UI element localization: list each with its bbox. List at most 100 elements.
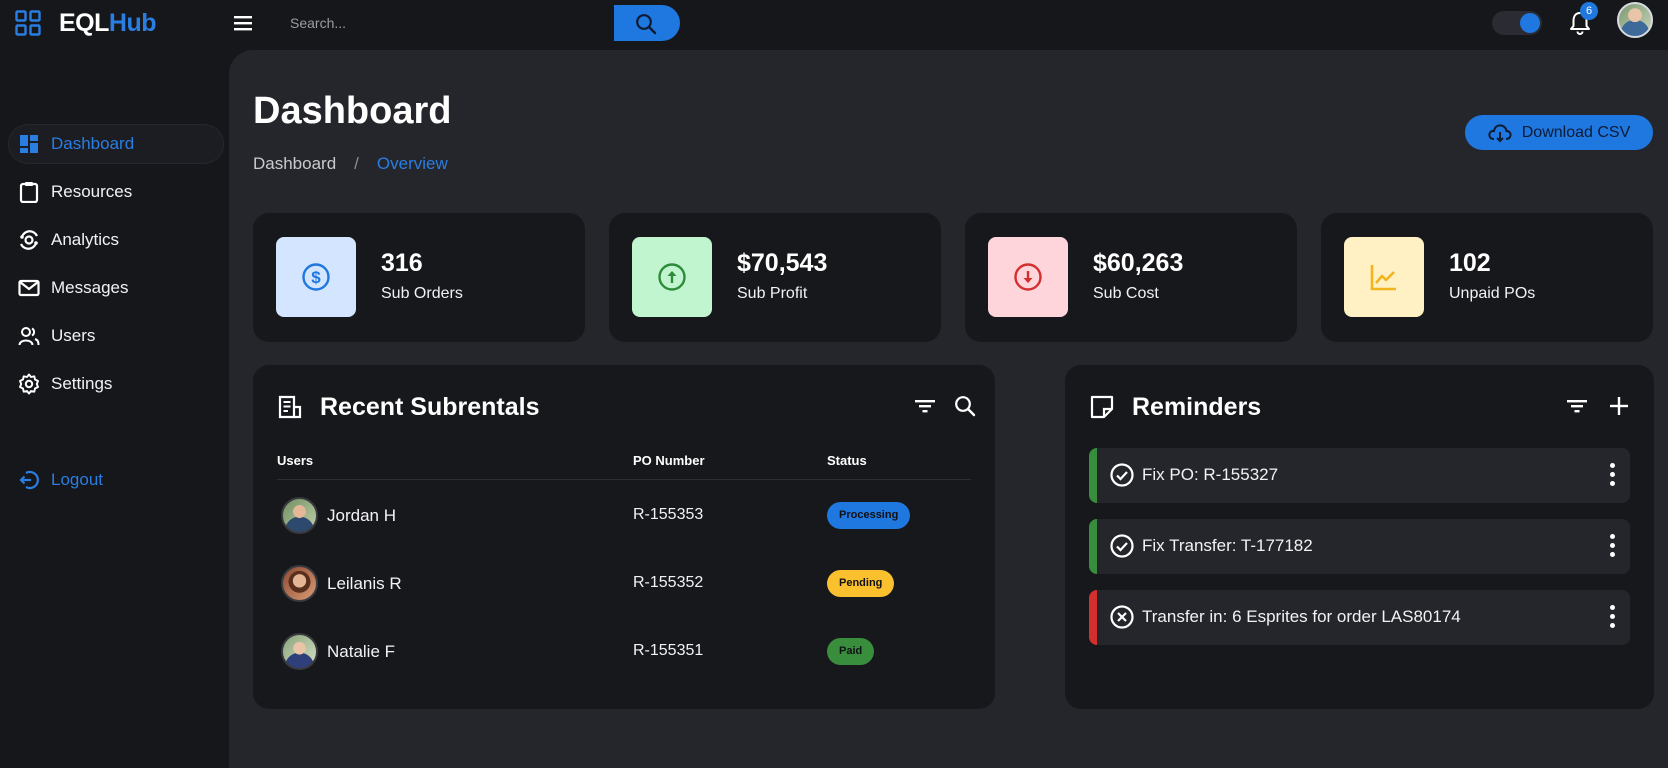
breadcrumb-dashboard[interactable]: Dashboard — [253, 154, 336, 174]
sidebar-item-label: Dashboard — [51, 134, 135, 153]
download-csv-button[interactable]: Download CSV — [1465, 115, 1653, 150]
more-options-icon[interactable] — [1610, 463, 1616, 487]
search-button[interactable] — [614, 5, 680, 41]
add-icon[interactable] — [1607, 394, 1631, 418]
grid-logo-icon — [15, 10, 41, 36]
clipboard-icon — [18, 181, 40, 203]
download-csv-label: Download CSV — [1521, 123, 1631, 141]
brand-prefix: EQL — [59, 9, 109, 37]
sidebar-item-dashboard[interactable]: Dashboard — [8, 124, 224, 164]
po-number: R-155352 — [633, 574, 704, 591]
logout-label: Logout — [51, 470, 103, 489]
breadcrumb-separator: / — [354, 154, 359, 173]
stat-label: Sub Profit — [737, 285, 808, 302]
users-icon — [18, 325, 40, 347]
brand-suffix: Hub — [108, 9, 157, 37]
reminder-status-bar — [1089, 590, 1097, 645]
analytics-icon — [18, 229, 40, 251]
recent-subrentals-panel: Recent Subrentals Users PO Number Status… — [253, 365, 995, 709]
panel-title: Recent Subrentals — [320, 393, 540, 421]
sidebar-item-label: Users — [51, 326, 96, 345]
column-header-users[interactable]: Users — [277, 453, 313, 468]
user-name: Jordan H — [327, 506, 396, 525]
user-avatar[interactable] — [1617, 2, 1653, 38]
reminder-text: Fix PO: R-155327 — [1142, 465, 1279, 484]
notification-badge: 6 — [1580, 2, 1598, 20]
stat-value: $60,263 — [1093, 249, 1184, 277]
table-row[interactable]: Leilanis R R-155352 Pending — [277, 555, 971, 611]
arrow-up-icon — [658, 263, 686, 291]
menu-icon[interactable] — [232, 14, 254, 32]
stat-value: 102 — [1449, 249, 1491, 277]
theme-toggle[interactable] — [1492, 11, 1542, 35]
more-options-icon[interactable] — [1610, 605, 1616, 629]
top-bar: EQLHub 6 — [0, 0, 1668, 50]
table-row[interactable]: Natalie F R-155351 Paid — [277, 623, 971, 679]
table-divider — [277, 479, 971, 480]
reminder-item[interactable]: Transfer in: 6 Esprites for order LAS801… — [1089, 590, 1630, 645]
receipt-icon — [278, 395, 302, 419]
mail-icon — [18, 277, 40, 299]
filter-icon[interactable] — [913, 394, 937, 418]
po-number: R-155353 — [633, 506, 704, 523]
sidebar-item-label: Messages — [51, 278, 129, 297]
status-badge: Processing — [827, 502, 911, 529]
check-circle-icon[interactable] — [1109, 533, 1135, 559]
sidebar-item-settings[interactable]: Settings — [8, 364, 224, 404]
stat-tile — [1344, 237, 1424, 317]
sticky-note-icon — [1090, 395, 1114, 419]
user-name: Natalie F — [327, 642, 396, 661]
stat-card-sub-cost: $60,263 Sub Cost — [965, 213, 1297, 342]
arrow-down-icon — [1014, 263, 1042, 291]
dollar-icon: $ — [302, 263, 330, 291]
page-title: Dashboard — [253, 90, 452, 132]
filter-icon[interactable] — [1565, 394, 1589, 418]
dashboard-icon — [18, 133, 40, 155]
stat-value: $70,543 — [737, 249, 828, 277]
stat-tile — [988, 237, 1068, 317]
logout-button[interactable]: Logout — [8, 460, 224, 500]
po-number: R-155351 — [633, 642, 704, 659]
avatar — [281, 633, 318, 670]
sidebar-item-label: Resources — [51, 182, 133, 201]
stat-label: Sub Cost — [1093, 285, 1159, 302]
sidebar-item-resources[interactable]: Resources — [8, 172, 224, 212]
brand-logo[interactable]: EQLHub — [59, 9, 157, 38]
search-input[interactable] — [290, 10, 614, 36]
check-circle-icon[interactable] — [1109, 462, 1135, 488]
table-row[interactable]: Jordan H R-155353 Processing — [277, 487, 971, 543]
sidebar-item-users[interactable]: Users — [8, 316, 224, 356]
sidebar-item-messages[interactable]: Messages — [8, 268, 224, 308]
reminders-panel: Reminders Fix PO: R-155327 Fix Transfer:… — [1065, 365, 1654, 709]
more-options-icon[interactable] — [1610, 534, 1616, 558]
cloud-download-icon — [1488, 123, 1512, 142]
sidebar-item-analytics[interactable]: Analytics — [8, 220, 224, 260]
reminder-status-bar — [1089, 519, 1097, 574]
breadcrumb-overview[interactable]: Overview — [377, 154, 448, 174]
stat-label: Sub Orders — [381, 285, 463, 302]
status-badge: Pending — [827, 570, 895, 597]
column-header-po-number[interactable]: PO Number — [633, 453, 705, 468]
reminder-item[interactable]: Fix Transfer: T-177182 — [1089, 519, 1630, 574]
stat-card-unpaid-pos: 102 Unpaid POs — [1321, 213, 1653, 342]
breadcrumb: Dashboard / Overview — [253, 154, 448, 174]
toggle-knob — [1520, 13, 1540, 33]
stat-tile: $ — [276, 237, 356, 317]
main-content: Dashboard Dashboard / Overview Download … — [229, 50, 1668, 768]
avatar — [281, 497, 318, 534]
sidebar-item-label: Settings — [51, 374, 113, 393]
reminder-item[interactable]: Fix PO: R-155327 — [1089, 448, 1630, 503]
gear-icon — [18, 373, 40, 395]
column-header-status[interactable]: Status — [827, 453, 867, 468]
reminder-text: Transfer in: 6 Esprites for order LAS801… — [1142, 607, 1461, 626]
svg-text:$: $ — [311, 268, 321, 287]
chart-line-icon — [1370, 265, 1396, 291]
search-icon[interactable] — [953, 394, 977, 418]
sidebar: Dashboard Resources Analytics Messages U… — [0, 50, 229, 768]
logout-icon — [18, 469, 40, 491]
stat-tile — [632, 237, 712, 317]
x-circle-icon[interactable] — [1109, 604, 1135, 630]
stat-card-sub-orders: $ 316 Sub Orders — [253, 213, 585, 342]
user-name: Leilanis R — [327, 574, 402, 593]
sidebar-item-label: Analytics — [51, 230, 120, 249]
